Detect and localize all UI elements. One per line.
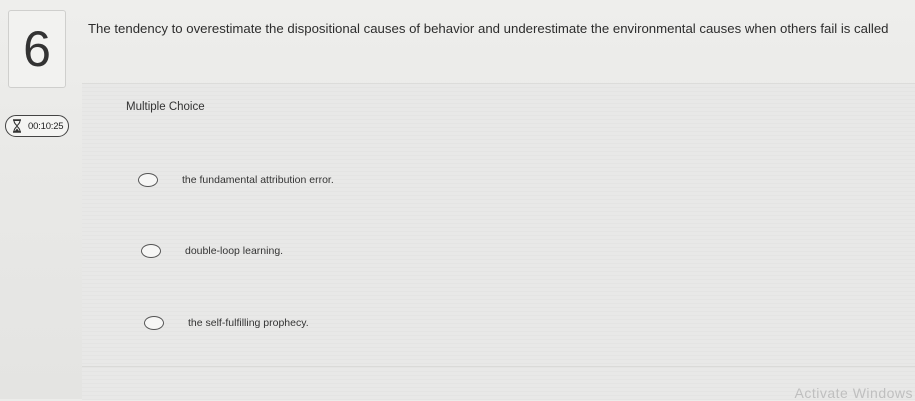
- question-type-label: Multiple Choice: [126, 101, 205, 113]
- question-number: 6: [23, 21, 51, 77]
- radio-button[interactable]: [141, 244, 161, 258]
- question-number-box: 6: [8, 10, 66, 88]
- answer-option[interactable]: the fundamental attribution error.: [138, 173, 334, 187]
- answer-option[interactable]: double-loop learning.: [141, 244, 283, 258]
- hourglass-icon: [12, 119, 22, 133]
- question-sidebar: 6 00:10:25: [0, 0, 78, 399]
- answer-panel: [82, 83, 915, 400]
- timer-value: 00:10:25: [28, 120, 64, 132]
- answer-option-label: double-loop learning.: [185, 245, 284, 257]
- answer-option-label: the fundamental attribution error.: [182, 174, 334, 186]
- divider: [82, 366, 915, 367]
- quiz-page: 6 00:10:25 The tendency to overestimate …: [0, 0, 915, 401]
- answer-option-label: the self-fulfilling prophecy.: [188, 317, 309, 329]
- timer-badge[interactable]: 00:10:25: [5, 115, 69, 137]
- radio-button[interactable]: [138, 173, 158, 187]
- radio-button[interactable]: [144, 316, 164, 330]
- question-text: The tendency to overestimate the disposi…: [88, 21, 889, 36]
- answer-option[interactable]: the self-fulfilling prophecy.: [144, 316, 309, 330]
